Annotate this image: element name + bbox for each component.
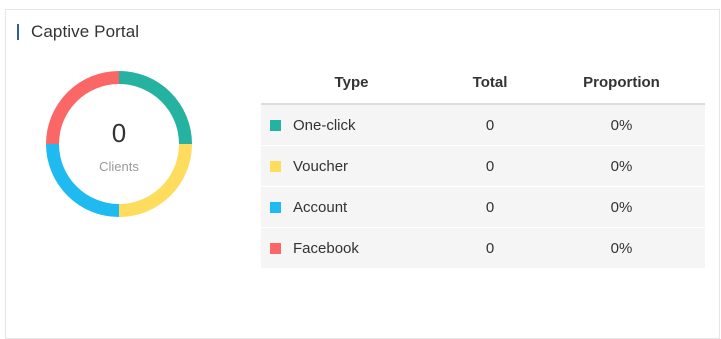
table-row-one-click: One-click 0 0% — [261, 104, 705, 146]
total-cell: 0 — [442, 186, 538, 228]
type-cell: Facebook — [261, 227, 442, 269]
column-header-proportion[interactable]: Proportion — [538, 62, 705, 105]
type-label: One-click — [293, 116, 356, 134]
donut-center: 0 Clients — [45, 70, 193, 218]
table-row-voucher: Voucher 0 0% — [261, 145, 705, 187]
column-header-total[interactable]: Total — [442, 62, 538, 105]
total-cell: 0 — [442, 227, 538, 269]
table-row-facebook: Facebook 0 0% — [261, 227, 705, 269]
table-row-account: Account 0 0% — [261, 186, 705, 228]
panel-title: Captive Portal — [31, 22, 140, 41]
portal-type-table: Type Total Proportion One-click 0 0% Vou… — [261, 62, 705, 269]
type-label: Voucher — [293, 157, 349, 175]
total-cell: 0 — [442, 104, 538, 146]
type-cell: Account — [261, 186, 442, 228]
legend-swatch-facebook — [270, 242, 281, 254]
title-accent-bar — [17, 24, 19, 40]
type-cell: One-click — [261, 104, 442, 146]
clients-label: Clients — [99, 159, 139, 174]
table-header-row: Type Total Proportion — [261, 62, 705, 105]
legend-swatch-one-click — [270, 119, 281, 131]
proportion-cell: 0% — [538, 145, 705, 187]
type-label: Account — [293, 198, 348, 216]
panel-header: Captive Portal — [17, 21, 139, 43]
type-cell: Voucher — [261, 145, 442, 187]
clients-count: 0 — [111, 118, 127, 148]
legend-swatch-voucher — [270, 160, 281, 172]
proportion-cell: 0% — [538, 186, 705, 228]
column-header-type[interactable]: Type — [261, 62, 442, 105]
type-label: Facebook — [293, 239, 359, 257]
legend-swatch-account — [270, 201, 281, 213]
proportion-cell: 0% — [538, 227, 705, 269]
clients-donut-chart: 0 Clients — [45, 70, 193, 218]
proportion-cell: 0% — [538, 104, 705, 146]
total-cell: 0 — [442, 145, 538, 187]
